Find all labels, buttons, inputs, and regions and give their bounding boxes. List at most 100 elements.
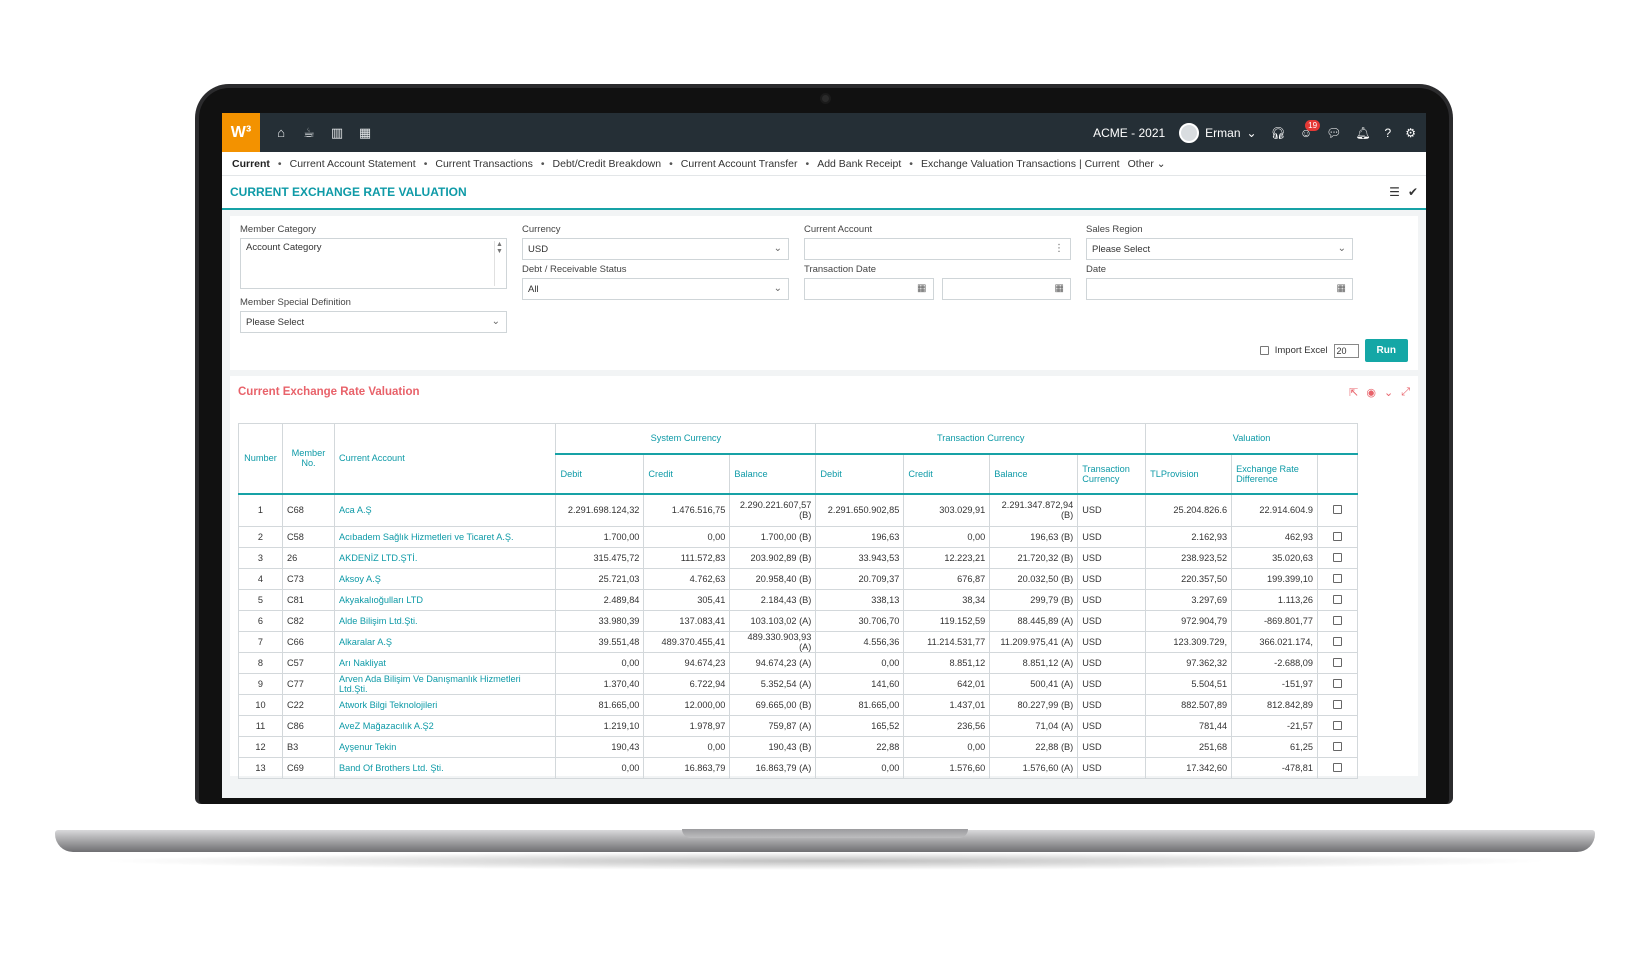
cell-m: B3 bbox=[281, 736, 335, 758]
transaction-date-start[interactable]: ▦ bbox=[804, 278, 934, 300]
row-checkbox[interactable] bbox=[1333, 720, 1342, 730]
cell-acc[interactable]: Ayşenur Tekin bbox=[333, 736, 557, 758]
scrollbar[interactable]: ▲ ▼ bbox=[494, 241, 504, 286]
col-member-no[interactable]: Member No. bbox=[281, 423, 335, 495]
cell-acc[interactable]: Akyakalıoğulları LTD bbox=[333, 589, 557, 611]
col-exchange-diff[interactable]: Exchange Rate Difference bbox=[1231, 453, 1318, 495]
row-checkbox[interactable] bbox=[1333, 552, 1342, 562]
debt-status-select[interactable]: All ⌄ bbox=[522, 278, 789, 300]
table-row[interactable]: 1 C68 Aca A.Ş 2.291.698.124,32 1.476.516,75 2… bbox=[238, 493, 1358, 527]
sales-region-select[interactable]: Please Select ⌄ bbox=[1086, 238, 1353, 260]
table-row[interactable]: 2 C58 Acıbadem Sağlık Hizmetleri ve Ticare… bbox=[238, 526, 1358, 548]
table-row[interactable]: 6 C82 Alde Bilişim Ltd.Şti. 33.980,39 137.08… bbox=[238, 610, 1358, 632]
calendar-icon[interactable]: ▦ bbox=[1055, 283, 1064, 294]
menu-item-breakdown[interactable]: Debt/Credit Breakdown bbox=[553, 158, 662, 170]
row-checkbox[interactable] bbox=[1333, 636, 1342, 646]
cell-acc[interactable]: Alkaralar A.Ş bbox=[333, 631, 557, 653]
calendar-icon[interactable]: ▦ bbox=[1337, 283, 1346, 294]
chevron-down-icon[interactable]: ⌄ bbox=[1384, 386, 1393, 399]
row-checkbox[interactable] bbox=[1333, 699, 1342, 709]
row-checkbox[interactable] bbox=[1333, 504, 1342, 514]
page-size-input[interactable]: 20 bbox=[1333, 343, 1359, 358]
cell-acc[interactable]: Alde Bilişim Ltd.Şti. bbox=[333, 610, 557, 632]
cell-acc[interactable]: Arven Ada Bilişim Ve Danışmanlık Hizmetl… bbox=[333, 673, 557, 695]
current-account-input[interactable]: ⋮ bbox=[804, 238, 1071, 260]
col-sys-balance[interactable]: Balance bbox=[729, 453, 817, 495]
row-checkbox[interactable] bbox=[1333, 678, 1342, 688]
expand-icon[interactable]: ⤢ bbox=[1401, 386, 1410, 399]
company-selector[interactable]: ACME - 2021 bbox=[1093, 126, 1165, 140]
bell-icon[interactable]: 🔔︎ bbox=[1355, 126, 1370, 140]
more-icon[interactable]: ⋮ bbox=[1054, 243, 1064, 254]
table-row[interactable]: 8 C57 Arı Nakliyat 0,00 94.674,23 94.674,23 (… bbox=[238, 652, 1358, 674]
eye-icon[interactable]: ◉ bbox=[1366, 386, 1376, 399]
row-checkbox[interactable] bbox=[1333, 531, 1342, 541]
col-tr-debit[interactable]: Debit bbox=[815, 453, 905, 495]
row-checkbox[interactable] bbox=[1333, 594, 1342, 604]
export-icon[interactable]: ⇱ bbox=[1349, 386, 1358, 399]
cell-acc[interactable]: Arı Nakliyat bbox=[333, 652, 557, 674]
row-checkbox[interactable] bbox=[1333, 573, 1342, 583]
member-special-select[interactable]: Please Select ⌄ bbox=[240, 311, 507, 333]
smiley-icon[interactable]: ☺ 19 bbox=[1300, 119, 1321, 140]
cell-acc[interactable]: Aksoy A.Ş bbox=[333, 568, 557, 590]
col-tl-provision[interactable]: TLProvision bbox=[1145, 453, 1233, 495]
member-category-field[interactable]: Account Category ▲ ▼ bbox=[240, 238, 507, 289]
table-row[interactable]: 3 26 AKDENİZ LTD.ŞTİ. 315.475,72 111.572,83 2… bbox=[238, 547, 1358, 569]
app-logo[interactable]: W³ bbox=[222, 113, 260, 152]
row-checkbox[interactable] bbox=[1333, 741, 1342, 751]
calendar-icon[interactable]: ▦ bbox=[358, 125, 372, 140]
table-row[interactable]: 7 C66 Alkaralar A.Ş 39.551,48 489.370.455,41… bbox=[238, 631, 1358, 653]
run-button[interactable]: Run bbox=[1364, 339, 1408, 362]
currency-select[interactable]: USD ⌄ bbox=[522, 238, 789, 260]
menu-item-exchange-valuation[interactable]: Exchange Valuation Transactions | Curren… bbox=[921, 158, 1120, 170]
user-menu[interactable]: Erman ⌄ bbox=[1179, 122, 1257, 143]
headset-icon[interactable]: 🎧︎ bbox=[1271, 126, 1286, 140]
menu-item-current[interactable]: Current bbox=[232, 158, 270, 170]
col-sys-debit[interactable]: Debit bbox=[555, 453, 645, 495]
table-row[interactable]: 5 C81 Akyakalıoğulları LTD 2.489,84 305,41 2.… bbox=[238, 589, 1358, 611]
cell-acc[interactable]: AKDENİZ LTD.ŞTİ. bbox=[333, 547, 557, 569]
check-icon[interactable]: ✔ bbox=[1408, 185, 1418, 199]
cell-n: 2 bbox=[238, 526, 283, 548]
calendar-icon[interactable]: ▦ bbox=[917, 283, 926, 294]
table-row[interactable]: 13 C69 Band Of Brothers Ltd. Şti. 0,00 16.86… bbox=[238, 757, 1358, 779]
chart-icon[interactable]: ▥ bbox=[330, 125, 344, 140]
menu-item-other[interactable]: Other ⌄ bbox=[1128, 158, 1166, 170]
cell-acc[interactable]: Acıbadem Sağlık Hizmetleri ve Ticaret A.… bbox=[333, 526, 557, 548]
menu-item-bank-receipt[interactable]: Add Bank Receipt bbox=[817, 158, 901, 170]
table-row[interactable]: 11 C86 AveZ Mağazacılık A.Ş2 1.219,10 1.978,… bbox=[238, 715, 1358, 737]
col-tr-currency[interactable]: Transaction Currency bbox=[1077, 453, 1147, 495]
cell-acc[interactable]: AveZ Mağazacılık A.Ş2 bbox=[333, 715, 557, 737]
cell-tc: 119.152,59 bbox=[903, 610, 991, 632]
cell-acc[interactable]: Band Of Brothers Ltd. Şti. bbox=[333, 757, 557, 779]
col-tr-credit[interactable]: Credit bbox=[903, 453, 991, 495]
cell-sc: 4.762,63 bbox=[643, 568, 731, 590]
list-icon[interactable]: ☰ bbox=[1389, 185, 1400, 199]
gear-icon[interactable]: ⚙ bbox=[1405, 126, 1416, 140]
table-row[interactable]: 4 C73 Aksoy A.Ş 25.721,03 4.762,63 20.958,40 … bbox=[238, 568, 1358, 590]
date-input[interactable]: ▦ bbox=[1086, 278, 1353, 300]
row-checkbox[interactable] bbox=[1333, 657, 1342, 667]
menu-item-transactions[interactable]: Current Transactions bbox=[435, 158, 532, 170]
help-icon[interactable]: ? bbox=[1385, 126, 1392, 140]
col-tr-balance[interactable]: Balance bbox=[989, 453, 1079, 495]
row-checkbox[interactable] bbox=[1333, 762, 1342, 772]
cell-acc[interactable]: Atwork Bilgi Teknolojileri bbox=[333, 694, 557, 716]
import-excel-checkbox[interactable] bbox=[1259, 346, 1269, 355]
col-sys-credit[interactable]: Credit bbox=[643, 453, 731, 495]
col-current-account[interactable]: Current Account bbox=[333, 423, 557, 495]
table-row[interactable]: 10 C22 Atwork Bilgi Teknolojileri 81.665,00… bbox=[238, 694, 1358, 716]
chat-icon[interactable]: 💬︎ bbox=[1326, 126, 1341, 140]
table-row[interactable]: 12 B3 Ayşenur Tekin 190,43 0,00 190,43 (B) 22,… bbox=[238, 736, 1358, 758]
transaction-date-end[interactable]: ▦ bbox=[941, 278, 1071, 300]
menu-item-transfer[interactable]: Current Account Transfer bbox=[681, 158, 798, 170]
sales-region-label: Sales Region bbox=[1086, 224, 1143, 235]
row-checkbox[interactable] bbox=[1333, 615, 1342, 625]
cell-acc[interactable]: Aca A.Ş bbox=[333, 493, 557, 527]
cup-icon[interactable]: ☕ bbox=[302, 125, 316, 140]
home-icon[interactable]: ⌂ bbox=[274, 125, 288, 140]
table-row[interactable]: 9 C77 Arven Ada Bilişim Ve Danışmanlık Hiz… bbox=[238, 673, 1358, 695]
menu-item-statement[interactable]: Current Account Statement bbox=[290, 158, 416, 170]
col-number[interactable]: Number bbox=[238, 423, 283, 495]
